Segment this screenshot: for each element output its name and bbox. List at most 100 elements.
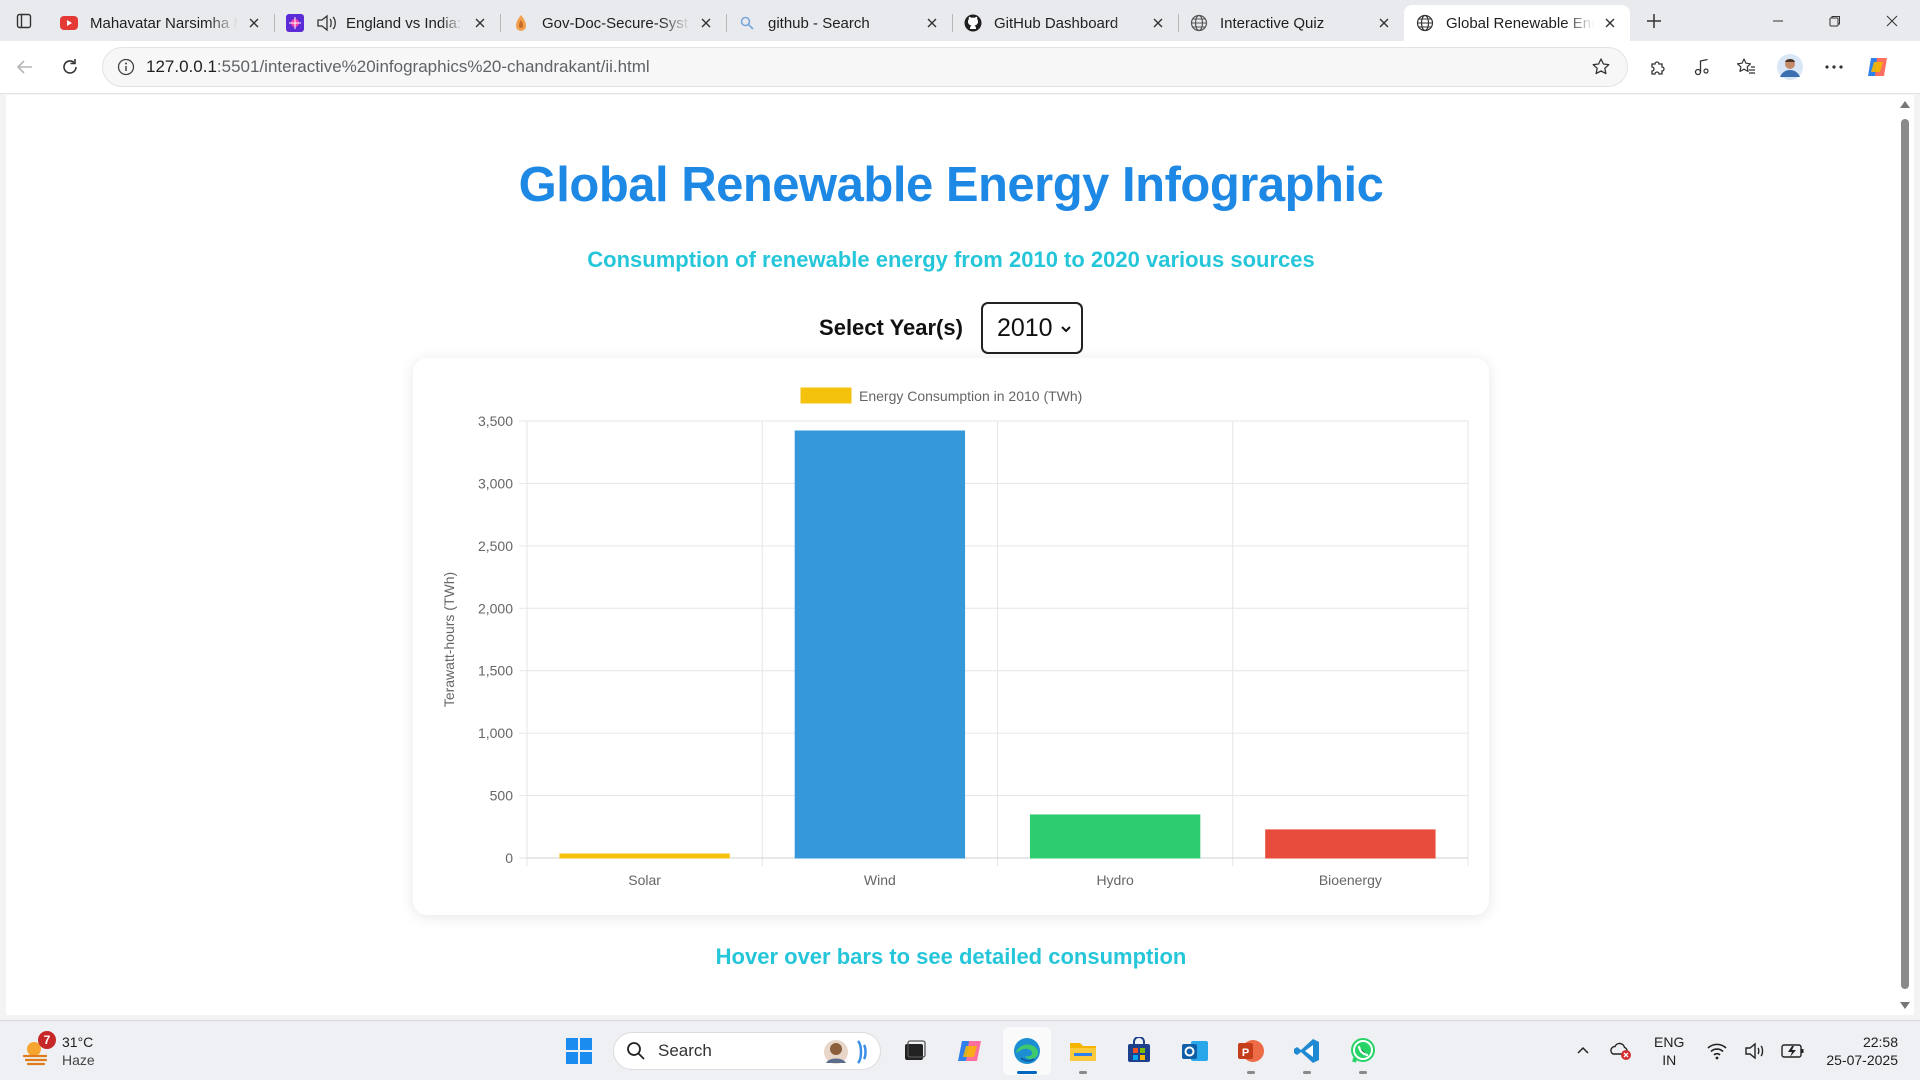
- copilot-button[interactable]: [1858, 47, 1898, 87]
- close-tab-icon[interactable]: [1374, 13, 1394, 33]
- store-app[interactable]: [1115, 1027, 1163, 1075]
- task-view-button[interactable]: [891, 1027, 939, 1075]
- copilot-app[interactable]: [947, 1027, 995, 1075]
- vscode-app[interactable]: [1283, 1027, 1331, 1075]
- extensions-button[interactable]: [1638, 47, 1678, 87]
- browser-tab[interactable]: Mahavatar Narsimha M: [48, 5, 274, 41]
- reload-button[interactable]: [50, 47, 90, 87]
- search-highlight-icon: [824, 1040, 867, 1064]
- bar-hydro: [1029, 814, 1201, 859]
- search-icon: [627, 1042, 645, 1060]
- avatar: [1777, 54, 1803, 80]
- running-indicator: [1017, 1071, 1037, 1074]
- browser-tab[interactable]: Gov-Doc-Secure-Syste: [500, 5, 726, 41]
- outlook-app[interactable]: [1171, 1027, 1219, 1075]
- new-tab-button[interactable]: [1634, 3, 1674, 39]
- whatsapp-app[interactable]: [1339, 1027, 1387, 1075]
- taskbar-search[interactable]: Search: [613, 1032, 881, 1070]
- favorites-button[interactable]: [1726, 47, 1766, 87]
- chart-card: 0 500 1,000 1,500 2,000 2,500 3,000 3,500 Solar W…: [413, 358, 1489, 915]
- year-select[interactable]: 2010: [980, 302, 1083, 354]
- minimize-icon: [1772, 20, 1783, 21]
- restore-button[interactable]: [1806, 0, 1863, 41]
- tab-actions-button[interactable]: [0, 0, 48, 41]
- tab-title: Interactive Quiz: [1220, 14, 1325, 32]
- youtube-icon: [60, 14, 78, 32]
- media-button[interactable]: [1682, 47, 1722, 87]
- scroll-up-arrow-icon[interactable]: [1899, 99, 1911, 111]
- x-tick-label: Hydro: [1096, 872, 1134, 888]
- minimize-button[interactable]: [1749, 0, 1806, 41]
- tab-title: England vs India:: [346, 14, 462, 32]
- y-tick-label: 500: [490, 788, 514, 804]
- y-axis-title: Terawatt-hours (TWh): [441, 572, 457, 707]
- clock[interactable]: 22:58 25-07-2025: [1826, 1033, 1898, 1069]
- volume-icon[interactable]: [1740, 1036, 1770, 1066]
- browser-tab[interactable]: github - Search: [726, 5, 952, 41]
- address-bar[interactable]: 127.0.0.1:5501/interactive%20infographic…: [102, 47, 1628, 87]
- wifi-icon[interactable]: [1702, 1036, 1732, 1066]
- file-explorer-app[interactable]: [1059, 1027, 1107, 1075]
- clock-time: 22:58: [1862, 1034, 1898, 1050]
- close-tab-icon[interactable]: [922, 13, 942, 33]
- speaker-icon[interactable]: [316, 14, 338, 32]
- weather-temp: 31°C: [62, 1034, 94, 1050]
- url-path: :5501/interactive%20infographics%20-chan…: [216, 57, 650, 76]
- browser-tab[interactable]: Interactive Quiz: [1178, 5, 1404, 41]
- scroll-down-arrow-icon[interactable]: [1899, 999, 1911, 1011]
- vertical-scrollbar[interactable]: [1896, 95, 1914, 1015]
- globe-icon: [1416, 14, 1434, 32]
- close-tab-icon[interactable]: [1600, 13, 1620, 33]
- profile-button[interactable]: [1770, 47, 1810, 87]
- running-indicator: [1079, 1071, 1087, 1074]
- onedrive-status-icon[interactable]: [1606, 1036, 1636, 1066]
- favorite-star-icon[interactable]: [1587, 53, 1615, 81]
- show-hidden-icons-button[interactable]: [1568, 1036, 1598, 1066]
- clock-date: 25-07-2025: [1826, 1052, 1898, 1068]
- legend-swatch: [800, 387, 852, 404]
- y-tick-label: 1,500: [478, 663, 513, 679]
- weather-widget[interactable]: 7 31°C Haze: [20, 1029, 130, 1073]
- taskbar-apps: Search P: [551, 1027, 1391, 1075]
- powerpoint-icon: P: [1238, 1040, 1264, 1062]
- tab-title: github - Search: [768, 14, 870, 32]
- x-tick-label: Bioenergy: [1319, 872, 1382, 888]
- page-subtitle: Consumption of renewable energy from 201…: [587, 247, 1315, 272]
- bar-wind: [794, 430, 966, 859]
- browser-tab-active[interactable]: Global Renewable Ene: [1404, 5, 1630, 41]
- year-select-value: 2010: [996, 313, 1053, 342]
- edge-app[interactable]: [1003, 1027, 1051, 1075]
- browser-tab[interactable]: England vs India:: [274, 5, 500, 41]
- vscode-icon: [1294, 1039, 1319, 1063]
- y-tick-label: 0: [505, 850, 513, 866]
- battery-icon[interactable]: [1778, 1036, 1808, 1066]
- more-menu-button[interactable]: [1814, 47, 1854, 87]
- close-tab-icon[interactable]: [470, 13, 490, 33]
- legend-label: Energy Consumption in 2010 (TWh): [859, 388, 1082, 404]
- search-icon: [738, 14, 756, 32]
- tab-title: Gov-Doc-Secure-Syste: [542, 14, 690, 32]
- github-icon: [964, 14, 982, 32]
- start-button[interactable]: [555, 1027, 603, 1075]
- weather-alert-badge: 7: [38, 1031, 56, 1049]
- tab-title: Mahavatar Narsimha M: [90, 14, 238, 32]
- close-tab-icon[interactable]: [1148, 13, 1168, 33]
- scroll-thumb[interactable]: [1901, 119, 1909, 989]
- restore-icon: [1829, 15, 1840, 26]
- reload-icon: [63, 59, 77, 74]
- task-view-icon: [905, 1040, 926, 1060]
- weather-text: 31°C Haze: [62, 1033, 95, 1069]
- close-tab-icon[interactable]: [696, 13, 716, 33]
- close-window-button[interactable]: [1863, 0, 1920, 41]
- back-button[interactable]: [5, 47, 45, 87]
- music-note-icon: [1694, 58, 1709, 76]
- language-indicator[interactable]: ENG IN: [1654, 1033, 1684, 1069]
- region-code: IN: [1662, 1052, 1677, 1068]
- arrow-left-icon: [16, 60, 32, 74]
- site-info-icon[interactable]: [115, 56, 137, 78]
- powerpoint-app[interactable]: P: [1227, 1027, 1275, 1075]
- browser-tab[interactable]: GitHub Dashboard: [952, 5, 1178, 41]
- chevron-up-icon: [1577, 1046, 1589, 1054]
- close-tab-icon[interactable]: [244, 13, 264, 33]
- tab-actions-icon: [16, 13, 32, 28]
